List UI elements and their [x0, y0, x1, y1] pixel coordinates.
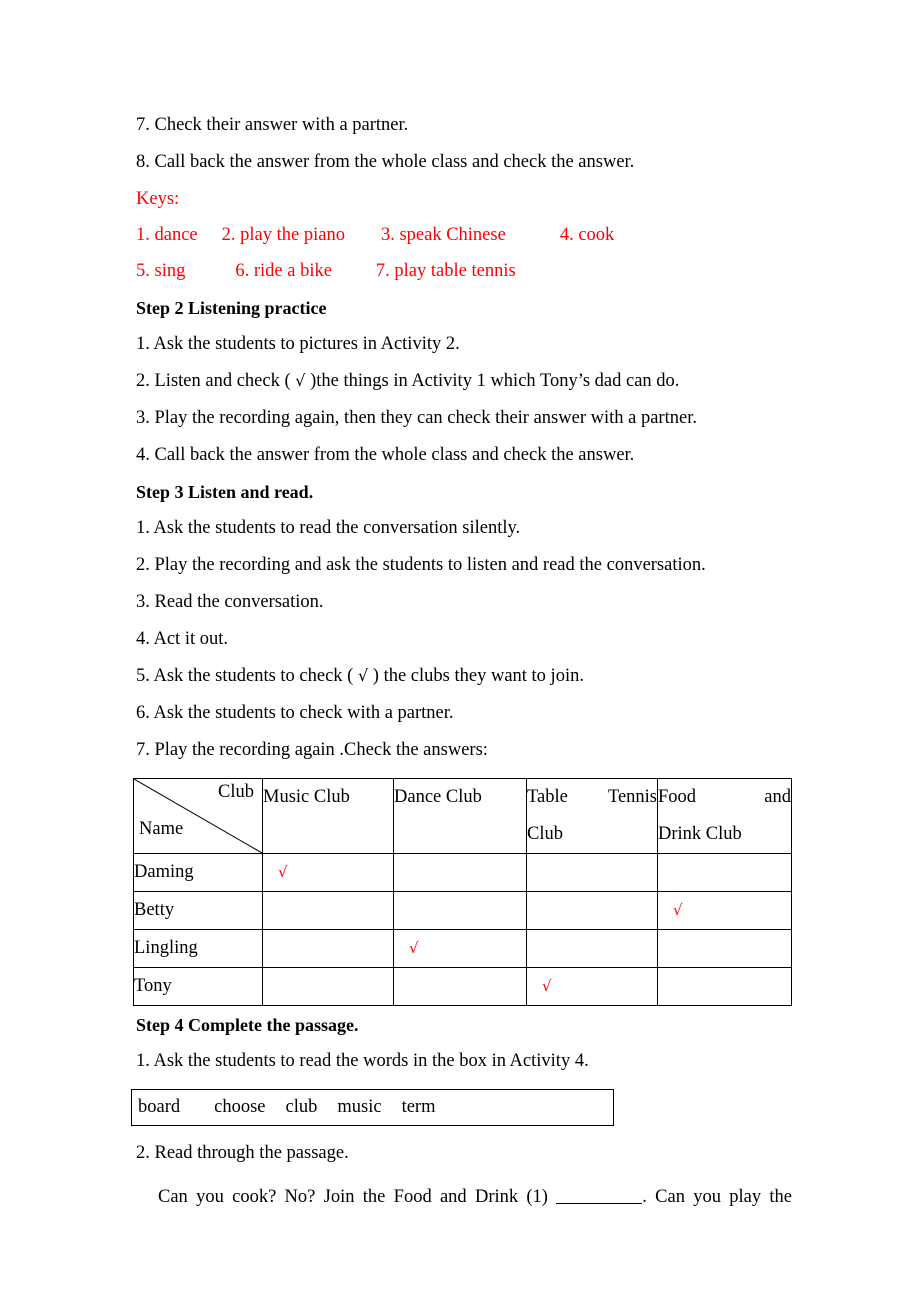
cell-betty-food-and-drink-club[interactable]: √ [657, 890, 792, 930]
key-item-7: 7. play table tennis [375, 261, 516, 281]
cell-lingling-music-club[interactable] [262, 928, 394, 968]
table-header-music-club: Music Club [262, 777, 394, 854]
check-mark-icon: √ [295, 371, 306, 390]
corner-row-label: Name [139, 818, 184, 839]
table-header-table-tennis-club: Table Tennis Club [526, 777, 658, 854]
step2-item-2: 2. Listen and check ( √ )the things in A… [136, 372, 792, 391]
step2-item-3: 3. Play the recording again, then they c… [136, 408, 697, 428]
step3-item-7: 7. Play the recording again .Check the a… [136, 740, 488, 760]
check-mark-icon: √ [673, 900, 683, 919]
document-page: 7. Check their answer with a partner. 8.… [0, 0, 920, 1302]
word-bank-box: board choose club music term [131, 1088, 614, 1126]
heading-step-4: Step 4 Complete the passage. [136, 1014, 359, 1035]
header-line-1: Music Club [263, 786, 350, 807]
club-results-table: Club Name Music Club Dance Club Table Te… [133, 777, 792, 1006]
header-line-1: Table Tennis [527, 786, 657, 807]
row-label-lingling: Lingling [133, 928, 263, 968]
row-label-daming: Daming [133, 852, 263, 892]
cell-daming-table-tennis-club[interactable] [526, 852, 658, 892]
cell-tony-music-club[interactable] [262, 966, 394, 1006]
check-mark-icon: √ [357, 666, 369, 685]
paragraph-item-7: 7. Check their answer with a partner. [136, 115, 409, 135]
step3-item-4: 4. Act it out. [136, 629, 228, 649]
passage-line-1: Can you cook? No? Join the Food and Drin… [136, 1188, 792, 1207]
corner-column-label: Club [218, 781, 254, 802]
document-body: 7. Check their answer with a partner. 8.… [131, 115, 792, 1207]
cell-daming-food-and-drink-club[interactable] [657, 852, 792, 892]
cell-lingling-food-and-drink-club[interactable] [657, 928, 792, 968]
keys-label: Keys: [136, 189, 180, 209]
table-row: Lingling √ [133, 928, 792, 968]
cell-lingling-dance-club[interactable]: √ [393, 928, 527, 968]
header-line-2: Drink Club [658, 823, 742, 844]
heading-step-2: Step 2 Listening practice [136, 297, 327, 318]
table-header-food-and-drink-club: Food and Drink Club [657, 777, 792, 854]
table-row: Betty √ [133, 890, 792, 930]
paragraph-item-8: 8. Call back the answer from the whole c… [136, 152, 635, 172]
cell-tony-food-and-drink-club[interactable] [657, 966, 792, 1006]
table-row: Daming √ [133, 852, 792, 892]
table-header-row: Club Name Music Club Dance Club Table Te… [133, 777, 792, 854]
row-label-betty: Betty [133, 890, 263, 930]
key-item-5: 5. sing [136, 261, 186, 281]
table-row: Tony √ [133, 966, 792, 1006]
cell-tony-table-tennis-club[interactable]: √ [526, 966, 658, 1006]
keys-row-2: 5. sing 6. ride a bike 7. play table tenni… [136, 262, 792, 281]
heading-step-3: Step 3 Listen and read. [136, 481, 314, 502]
step4-item-1: 1. Ask the students to read the words in… [136, 1051, 589, 1071]
key-item-6: 6. ride a bike [235, 261, 332, 281]
cell-betty-music-club[interactable] [262, 890, 394, 930]
cell-daming-dance-club[interactable] [393, 852, 527, 892]
word-bank-item-board: board [138, 1096, 181, 1117]
step3-item-3: 3. Read the conversation. [136, 592, 324, 612]
cell-lingling-table-tennis-club[interactable] [526, 928, 658, 968]
word-bank-item-term: term [401, 1096, 436, 1117]
step2-item-4: 4. Call back the answer from the whole c… [136, 445, 635, 465]
passage-text-before-blank: Can you cook? No? Join the Food and Drin… [158, 1187, 548, 1207]
step3-item-1: 1. Ask the students to read the conversa… [136, 518, 521, 538]
key-item-1: 1. dance [136, 224, 198, 245]
check-mark-icon: √ [278, 862, 288, 881]
header-line-1: Dance Club [394, 786, 482, 807]
fill-in-blank-1[interactable] [556, 1203, 643, 1204]
step3-item-6: 6. Ask the students to check with a part… [136, 703, 454, 723]
word-bank-item-club: club [285, 1096, 318, 1117]
check-mark-icon: √ [409, 938, 419, 957]
cell-daming-music-club[interactable]: √ [262, 852, 394, 892]
passage-text-after-blank: . Can you play the [642, 1187, 792, 1207]
cell-betty-dance-club[interactable] [393, 890, 527, 930]
step2-item-1: 1. Ask the students to pictures in Activ… [136, 334, 460, 354]
check-mark-icon: √ [542, 976, 552, 995]
row-label-tony: Tony [133, 966, 263, 1006]
header-line-1: Food and [658, 786, 791, 807]
cell-tony-dance-club[interactable] [393, 966, 527, 1006]
word-bank-item-choose: choose [214, 1096, 266, 1117]
table-corner-header: Club Name [133, 777, 263, 854]
step2-item-2-suffix: )the things in Activity 1 which Tony’s d… [305, 371, 680, 391]
step4-item-2: 2. Read through the passage. [136, 1142, 349, 1163]
header-line-2: Club [527, 823, 563, 844]
key-item-3: 3. speak Chinese [380, 224, 506, 245]
step3-item-5-suffix: ) the clubs they want to join. [368, 666, 584, 686]
step2-item-2-prefix: 2. Listen and check ( [136, 371, 296, 391]
cell-betty-table-tennis-club[interactable] [526, 890, 658, 930]
key-item-2: 2. play the piano [221, 224, 345, 245]
table-header-dance-club: Dance Club [393, 777, 527, 854]
step3-item-5: 5. Ask the students to check ( √ ) the c… [136, 667, 792, 686]
step3-item-5-prefix: 5. Ask the students to check ( [136, 666, 358, 686]
word-bank-item-music: music [337, 1096, 382, 1117]
keys-row-1: 1. dance 2. play the piano 3. speak Chines… [136, 224, 792, 245]
key-item-4: 4. cook [559, 224, 615, 245]
step3-item-2: 2. Play the recording and ask the studen… [136, 555, 706, 575]
